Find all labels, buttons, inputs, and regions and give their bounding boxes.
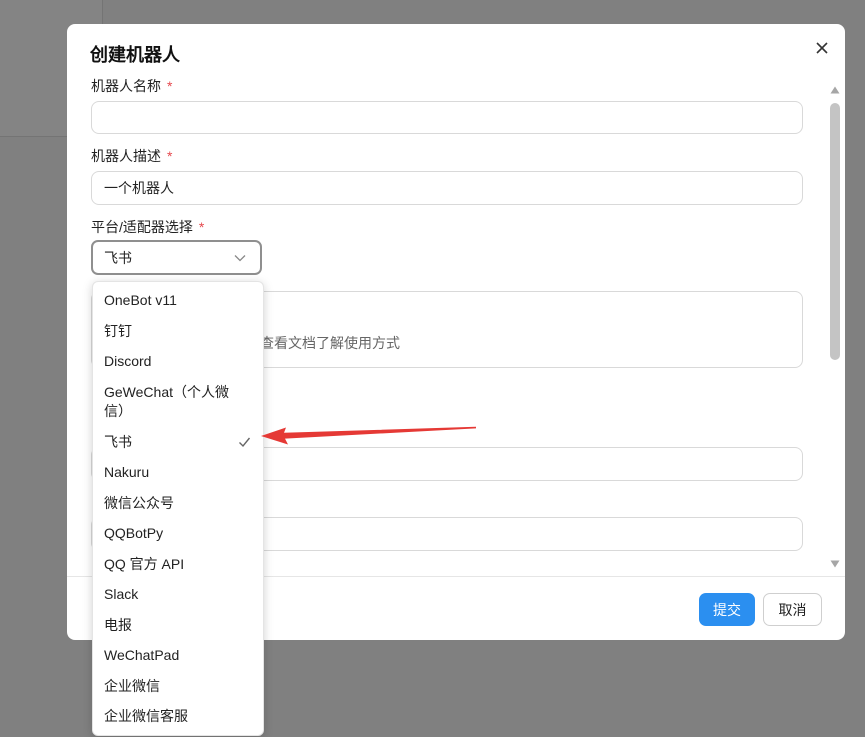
chevron-down-icon: [234, 254, 246, 261]
scroll-up-arrow-icon[interactable]: [830, 86, 840, 94]
platform-select-label: 平台/适配器选择 *: [91, 219, 205, 235]
dialog-title: 创建机器人: [90, 45, 180, 65]
required-mark: *: [198, 219, 205, 235]
dropdown-option[interactable]: GeWeChat（个人微信）: [93, 377, 263, 427]
bot-description-value: 一个机器人: [104, 180, 174, 196]
option-label: Discord: [104, 353, 152, 370]
close-icon: [816, 42, 828, 54]
form-scrollbar[interactable]: [829, 64, 841, 576]
dropdown-option[interactable]: Nakuru: [93, 457, 263, 488]
dropdown-option[interactable]: 微信公众号: [93, 488, 263, 519]
option-label: Slack: [104, 586, 139, 603]
option-label: QQBotPy: [104, 525, 164, 542]
scroll-down-arrow-icon[interactable]: [830, 560, 840, 568]
hint-text: 查看文档了解使用方式: [260, 335, 400, 351]
dropdown-option[interactable]: 电报: [93, 610, 263, 641]
option-label: WeChatPad: [104, 647, 180, 664]
submit-button[interactable]: 提交: [699, 593, 755, 626]
option-label: OneBot v11: [104, 292, 177, 309]
dropdown-option[interactable]: Discord: [93, 346, 263, 377]
dropdown-option[interactable]: QQ 官方 API: [93, 549, 263, 580]
option-label: Nakuru: [104, 464, 150, 481]
platform-select-value: 飞书: [104, 249, 132, 266]
option-label: 钉钉: [104, 322, 132, 339]
check-icon: [239, 437, 251, 447]
dropdown-option[interactable]: Slack: [93, 579, 263, 610]
dropdown-option[interactable]: 企业微信客服: [93, 701, 263, 732]
dropdown-option-selected[interactable]: 飞书: [93, 427, 263, 458]
bot-description-label: 机器人描述 *: [91, 148, 173, 164]
option-label: QQ 官方 API: [104, 555, 185, 572]
platform-dropdown-menu: OneBot v11 钉钉 Discord GeWeChat（个人微信） 飞书 …: [92, 281, 264, 736]
dropdown-option[interactable]: WeChatPad: [93, 640, 263, 671]
scrollbar-thumb[interactable]: [830, 103, 840, 360]
option-label: 企业微信: [104, 677, 160, 694]
platform-select[interactable]: 飞书: [91, 240, 262, 275]
close-button[interactable]: [814, 40, 830, 56]
dropdown-option[interactable]: OneBot v11: [93, 285, 263, 316]
cancel-button[interactable]: 取消: [763, 593, 822, 626]
required-mark: *: [167, 148, 173, 164]
dropdown-option[interactable]: QQBotPy: [93, 518, 263, 549]
required-mark: *: [167, 78, 173, 94]
option-label: 企业微信客服: [104, 708, 188, 725]
option-label: 飞书: [104, 433, 132, 450]
bot-name-label: 机器人名称 *: [91, 78, 173, 94]
option-label: 微信公众号: [104, 494, 174, 511]
option-label: 电报: [104, 616, 132, 633]
bot-description-input[interactable]: 一个机器人: [91, 171, 803, 205]
option-label: GeWeChat（个人微信）: [104, 383, 229, 419]
dropdown-option[interactable]: 企业微信: [93, 671, 263, 702]
bot-name-input[interactable]: [91, 101, 803, 134]
dropdown-option[interactable]: 钉钉: [93, 316, 263, 347]
